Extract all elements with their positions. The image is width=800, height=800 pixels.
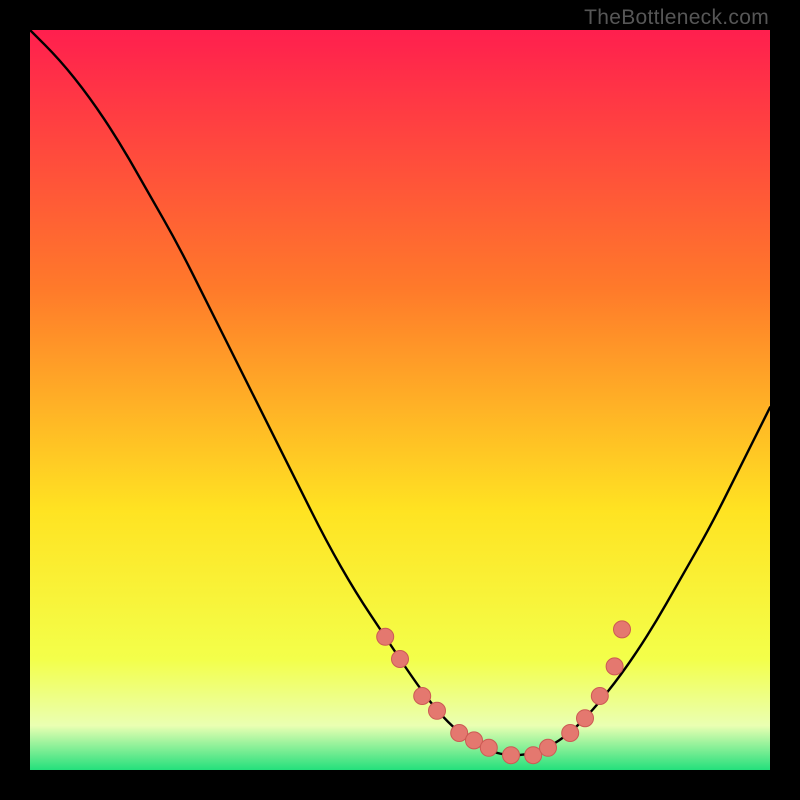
sample-dot (503, 747, 520, 764)
bottleneck-plot (30, 30, 770, 770)
chart-frame (30, 30, 770, 770)
sample-dot (480, 739, 497, 756)
sample-dot (414, 688, 431, 705)
sample-dot (429, 702, 446, 719)
sample-dot (540, 739, 557, 756)
sample-dot (392, 651, 409, 668)
sample-dot (577, 710, 594, 727)
sample-dot (377, 628, 394, 645)
sample-dot (614, 621, 631, 638)
sample-dot (606, 658, 623, 675)
sample-dot (562, 725, 579, 742)
sample-dot (591, 688, 608, 705)
watermark-text: TheBottleneck.com (584, 6, 769, 30)
